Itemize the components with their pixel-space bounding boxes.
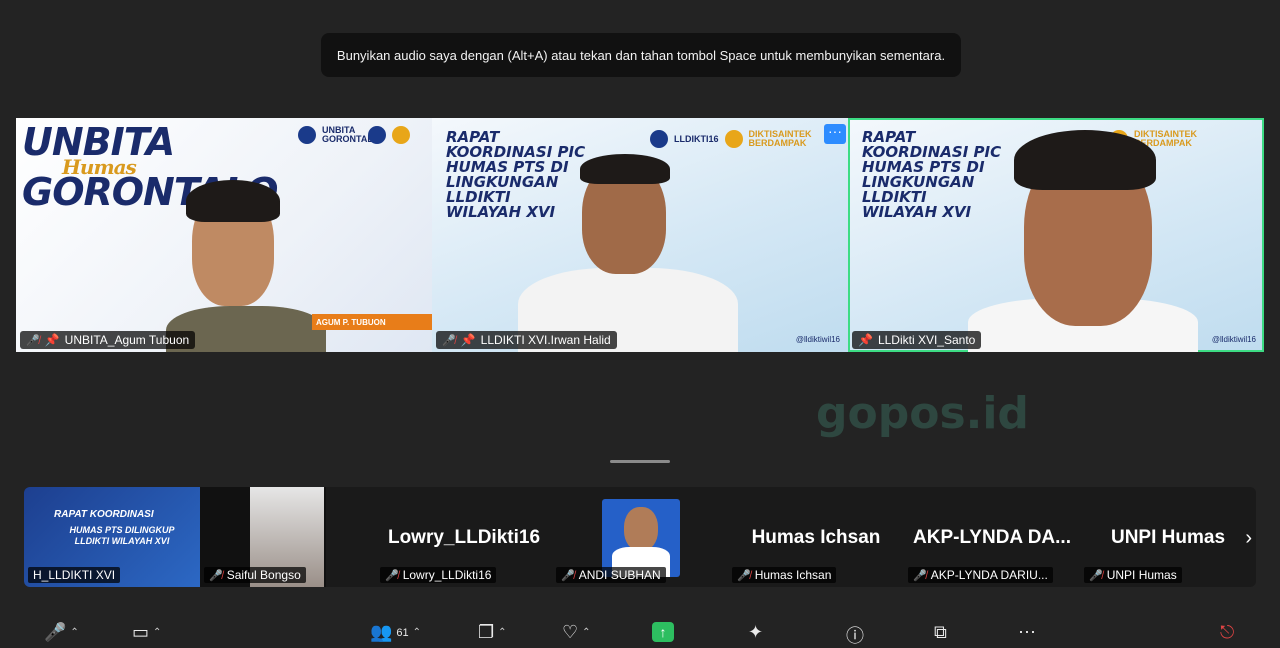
toast-text: Bunyikan audio saya dengan (Alt+A) atau … (336, 47, 946, 63)
video-tile-1[interactable]: UNBITA Humas GORONTALO UNBITA GORONTALO … (16, 118, 432, 352)
share-screen-button[interactable]: ↑ (652, 622, 674, 642)
mic-muted-icon: 🎤̸ (385, 569, 399, 582)
chevron-up-icon[interactable]: ⌃ (70, 627, 78, 638)
unmute-hint-toast: Bunyikan audio saya dengan (Alt+A) atau … (321, 33, 961, 77)
strip-tile-lowry[interactable]: Lowry_LLDikti16 🎤̸ Lowry_LLDikti16 (376, 487, 552, 587)
mic-muted-icon: 🎤̸ (561, 569, 575, 582)
strip-big-name: Lowry_LLDikti16 (387, 527, 541, 548)
strip-name-label: H_LLDIKTI XVI (28, 567, 121, 583)
chevron-up-icon[interactable]: ⌃ (498, 627, 506, 638)
info-button[interactable]: ⓘ (846, 622, 864, 648)
diktisaintek-logo-icon (392, 126, 410, 144)
mic-muted-icon: 🎤̸ (209, 569, 223, 582)
tile2-name-label: 🎤̸ 📌 LLDIKTI XVI.Irwan Halid (436, 331, 617, 349)
strip-tile-andi[interactable]: 🎤̸ ANDI SUBHAN (552, 487, 728, 587)
strip-big-name: UNPI Humas (1110, 527, 1226, 548)
tile1-logos: UNBITA GORONTALO (298, 126, 410, 144)
info-icon: ⓘ (846, 626, 864, 646)
mic-muted-icon: 🎤̸ (26, 334, 40, 347)
strip-name-label: 🎤̸ AKP-LYNDA DARIU... (908, 567, 1053, 583)
strip-big-name: AKP-LYNDA DA... (913, 527, 1071, 548)
pin-icon: 📌 (858, 333, 873, 347)
strip-tile-saiful[interactable]: 🎤̸ Saiful Bongso (200, 487, 326, 587)
tile3-social-handle: @lldiktiwil16 (1211, 335, 1256, 344)
tile2-social-handle: @lldiktiwil16 (795, 335, 840, 344)
resize-handle[interactable] (610, 460, 670, 463)
strip-name-label: 🎤̸ Lowry_LLDikti16 (380, 567, 497, 583)
strip-tile-unpi[interactable]: UNPI Humas 🎤̸ UNPI Humas (1080, 487, 1256, 587)
chevron-up-icon[interactable]: ⌃ (413, 627, 421, 638)
share-arrow-icon: ↑ (652, 622, 674, 642)
next-page-chevron-icon[interactable]: › (1245, 527, 1252, 550)
tile3-banner: RAPAT KOORDINASI PIC HUMAS PTS DI LINGKU… (862, 128, 1002, 221)
pin-icon: 📌 (460, 333, 476, 347)
more-options-button[interactable]: ··· (824, 124, 846, 144)
tile1-name-label: 🎤̸ 📌 UNBITA_Agum Tubuon (20, 331, 196, 349)
mic-muted-icon: 🎤̸ (913, 569, 927, 582)
strip-tile-akp-lynda[interactable]: AKP-LYNDA DA... 🎤̸ AKP-LYNDA DARIU... (904, 487, 1080, 587)
video-tile-3-active-speaker[interactable]: RAPAT KOORDINASI PIC HUMAS PTS DI LINGKU… (848, 118, 1264, 352)
mic-muted-icon: 🎤̸ (1089, 569, 1103, 582)
unbita-logo-icon (298, 126, 316, 144)
tile1-name-plate: AGUM P. TUBUON (312, 314, 432, 330)
diktisaintek-logo-icon (724, 130, 743, 148)
mic-muted-icon: 🎤̸ (442, 334, 456, 347)
tile2-banner: RAPAT KOORDINASI PIC HUMAS PTS DI LINGKU… (446, 128, 586, 221)
strip-big-name: Humas Ichsan (751, 527, 881, 548)
meeting-toolbar: 🎤 ⌃ ▭ ⌃ 👥 61 ⌃ ❐ ⌃ ♡ ⌃ ↑ ✦ ⓘ ⧉ ⋯ ⎋ (0, 612, 1280, 646)
strip-tile-h-lldikti[interactable]: RAPAT KOORDINASI HUMAS PTS DILINGKUP LLD… (24, 487, 200, 587)
video-tile-2[interactable]: RAPAT KOORDINASI PIC HUMAS PTS DI LINGKU… (432, 118, 848, 352)
chevron-up-icon[interactable]: ⌃ (153, 627, 161, 638)
pin-icon: 📌 (44, 333, 60, 347)
chevron-up-icon[interactable]: ⌃ (582, 627, 590, 638)
strip-tile-humas-ichsan[interactable]: Humas Ichsan 🎤̸ Humas Ichsan (728, 487, 904, 587)
strip-name-label: 🎤̸ Humas Ichsan (732, 567, 837, 583)
tutwuri-logo-icon (368, 126, 386, 144)
mic-muted-icon: 🎤̸ (737, 569, 751, 582)
strip-name-label: 🎤̸ Saiful Bongso (204, 567, 306, 583)
strip-name-label: 🎤̸ ANDI SUBHAN (556, 567, 666, 583)
tile1-logo-text: UNBITA GORONTALO (322, 125, 380, 144)
watermark-logo: gopos.id (816, 388, 1029, 439)
strip-name-label: 🎤̸ UNPI Humas (1084, 567, 1182, 583)
andi-avatar (602, 499, 680, 577)
tile3-name-label: 📌 LLDikti XVI_Santo (852, 331, 982, 349)
participant-strip: RAPAT KOORDINASI HUMAS PTS DILINGKUP LLD… (24, 487, 1256, 587)
tile2-logos: LLDIKTI16 DIKTISAINTEK BERDAMPAK (650, 130, 812, 148)
lldikti-logo-icon (650, 130, 668, 148)
